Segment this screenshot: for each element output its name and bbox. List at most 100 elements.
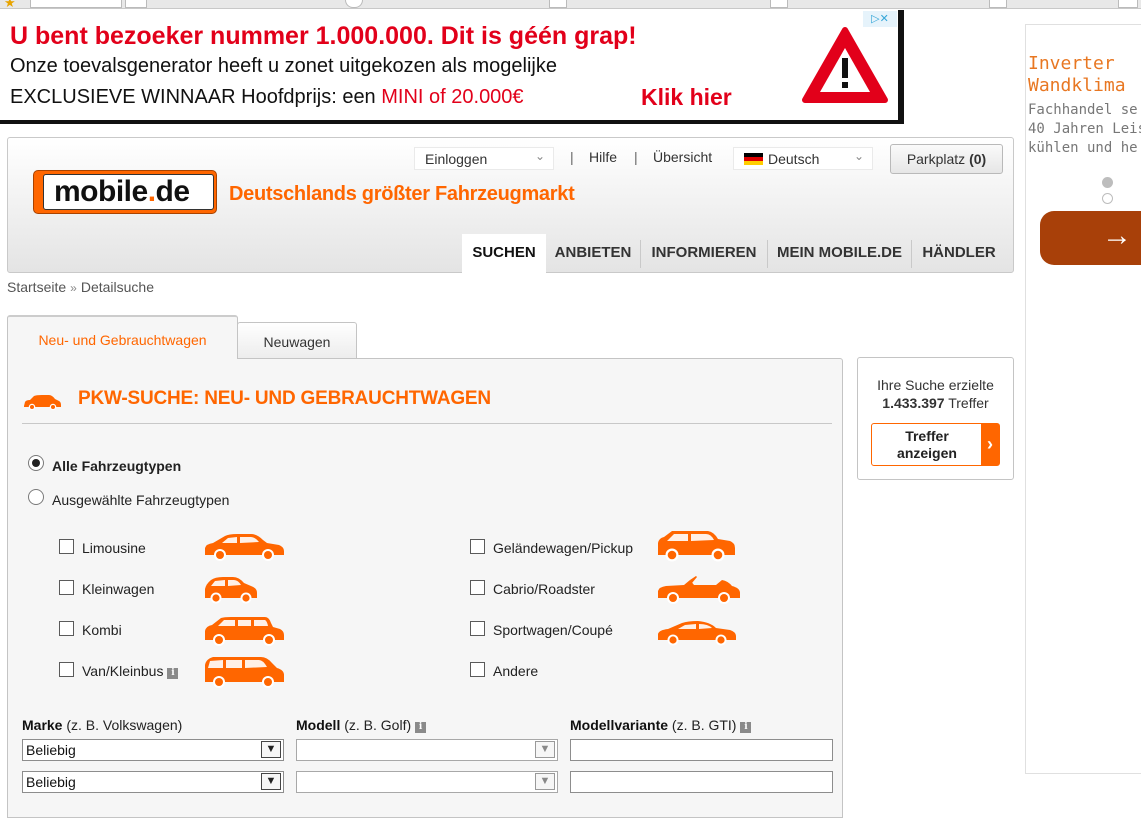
make-select-2-value: Beliebig <box>26 774 76 790</box>
model-label: Modell (z. B. Golf) i <box>296 717 427 733</box>
results-summary: Ihre Suche erzielte 1.433.397 Treffer <box>858 376 1013 412</box>
right-ad-title: Inverter Wandklima <box>1028 53 1126 97</box>
checkbox-kombi-label: Kombi <box>82 622 122 638</box>
model-select-2[interactable]: ▼ <box>296 771 558 793</box>
radio-all-vehicle-types-label: Alle Fahrzeugtypen <box>52 458 182 474</box>
site-header: Einloggen ⌄ | Hilfe | Übersicht Deutsch … <box>7 137 1014 274</box>
mobile-de-logo[interactable]: mobile.de <box>33 170 217 214</box>
van-icon <box>205 657 284 688</box>
bookmark-tab[interactable] <box>345 0 363 8</box>
right-ad-arrow-button[interactable]: → <box>1040 211 1141 265</box>
top-banner-ad[interactable]: U bent bezoeker nummer 1.000.000. Dit is… <box>0 10 904 124</box>
variant-hint: (z. B. GTI) <box>671 717 737 733</box>
right-ad-desc-line: 40 Jahren Leis <box>1028 121 1141 137</box>
car-search-panel: PKW-SUCHE: NEU- UND GEBRAUCHTWAGEN Alle … <box>7 358 843 818</box>
checkbox-gelaendewagen[interactable] <box>470 539 485 554</box>
ad-headline: U bent bezoeker nummer 1.000.000. Dit is… <box>10 22 637 50</box>
cabrio-icon <box>658 576 740 604</box>
model-hint: (z. B. Golf) <box>344 717 412 733</box>
bookmark-tab[interactable] <box>989 0 1007 8</box>
ad-line-2: Onze toevalsgenerator heeft u zonet uitg… <box>10 55 558 77</box>
sedan-car-icon <box>205 534 284 561</box>
german-flag-icon <box>744 153 763 165</box>
show-results-button[interactable]: Treffer anzeigen › <box>871 423 1000 466</box>
carousel-dot-active[interactable] <box>1102 177 1113 188</box>
info-icon[interactable]: i <box>415 722 427 733</box>
radio-selected-vehicle-types-label: Ausgewählte Fahrzeugtypen <box>52 492 230 508</box>
nav-tab-anbieten[interactable]: ANBIETEN <box>547 234 639 274</box>
chevron-down-icon: ▼ <box>261 773 281 790</box>
chevron-down-icon: ⌄ <box>534 149 545 163</box>
bookmark-tab[interactable] <box>125 0 147 8</box>
help-link[interactable]: Hilfe <box>589 149 617 165</box>
info-icon[interactable]: i <box>740 722 752 733</box>
results-box: Ihre Suche erzielte 1.433.397 Treffer Tr… <box>857 357 1014 480</box>
checkbox-limousine-label: Limousine <box>82 540 146 556</box>
breadcrumb-home-link[interactable]: Startseite <box>7 279 66 295</box>
checkbox-andere[interactable] <box>470 662 485 677</box>
model-label-text: Modell <box>296 717 341 733</box>
nav-tab-informieren[interactable]: INFORMIEREN <box>641 234 767 274</box>
site-slogan: Deutschlands größter Fahrzeugmarkt <box>229 183 575 205</box>
show-results-line-2: anzeigen <box>897 445 957 461</box>
chevron-right-icon: › <box>981 424 999 465</box>
right-ad-desc-line: kühlen und he <box>1028 140 1138 156</box>
logo-text-prefix: mobile <box>54 175 148 208</box>
info-icon[interactable]: i <box>167 668 179 679</box>
radio-all-vehicle-types[interactable] <box>28 455 44 471</box>
ad-line-3: EXCLUSIEVE WINNAAR Hoofdprijs: een MINI … <box>10 86 524 109</box>
variant-input-2[interactable] <box>570 771 833 793</box>
adchoices-icon[interactable]: ▷✕ <box>863 11 897 27</box>
right-ad-title-line: Wandklima <box>1028 75 1126 96</box>
show-results-line-1: Treffer <box>905 428 949 444</box>
right-side-ad[interactable]: Inverter Wandklima Fachhandel se 40 Jahren… <box>1025 24 1141 774</box>
model-select-1[interactable]: ▼ <box>296 739 558 761</box>
checkbox-kombi[interactable] <box>59 621 74 636</box>
bookmark-tab[interactable] <box>770 0 788 8</box>
language-select[interactable]: Deutsch ⌄ <box>733 147 873 170</box>
carousel-dot[interactable] <box>1102 193 1113 204</box>
bookmark-tab[interactable] <box>30 0 122 8</box>
checkbox-cabrio[interactable] <box>470 580 485 595</box>
checkbox-andere-label: Andere <box>493 663 539 679</box>
ad-cta-link[interactable]: Klik hier <box>641 84 732 111</box>
right-ad-description: Fachhandel se 40 Jahren Leis kühlen und he <box>1028 101 1141 158</box>
checkbox-kleinwagen-label: Kleinwagen <box>82 581 155 597</box>
small-car-icon <box>205 577 257 604</box>
logo-text-dot: . <box>147 175 156 208</box>
make-label: Marke (z. B. Volkswagen) <box>22 717 182 733</box>
checkbox-van-label: Van/Kleinbus i <box>82 663 179 679</box>
breadcrumb-current: Detailsuche <box>80 279 154 295</box>
parking-label: Parkplatz <box>906 151 966 167</box>
logo-text-suffix: de <box>155 175 191 208</box>
warning-triangle-icon <box>802 27 888 103</box>
coupe-icon <box>658 621 736 646</box>
bookmark-tab[interactable] <box>549 0 567 8</box>
nav-tab-mein-mobile[interactable]: MEIN MOBILE.DE <box>768 234 911 274</box>
make-select-2[interactable]: Beliebig ▼ <box>22 771 284 793</box>
make-select-1[interactable]: Beliebig ▼ <box>22 739 284 761</box>
language-select-value: Deutsch <box>768 151 820 167</box>
ad-prize: MINI of 20.000€ <box>381 86 524 108</box>
checkbox-van[interactable] <box>59 662 74 677</box>
checkbox-sportwagen[interactable] <box>470 621 485 636</box>
variant-label: Modellvariante (z. B. GTI) i <box>570 717 752 733</box>
tab-new-cars[interactable]: Neuwagen <box>237 322 357 359</box>
panel-divider <box>22 423 832 424</box>
login-select[interactable]: Einloggen ⌄ <box>414 147 554 170</box>
checkbox-limousine[interactable] <box>59 539 74 554</box>
checkbox-kleinwagen[interactable] <box>59 580 74 595</box>
ad-line-3-prefix: EXCLUSIEVE WINNAAR Hoofdprijs: een <box>10 86 382 108</box>
nav-tab-haendler[interactable]: HÄNDLER <box>912 234 1006 274</box>
make-label-text: Marke <box>22 717 63 733</box>
variant-input-1[interactable] <box>570 739 833 761</box>
right-ad-carousel-dots <box>1102 175 1141 207</box>
radio-selected-vehicle-types[interactable] <box>28 489 44 505</box>
overview-link[interactable]: Übersicht <box>653 149 712 165</box>
parking-button[interactable]: Parkplatz (0) <box>890 144 1003 174</box>
nav-tab-suchen[interactable]: SUCHEN <box>462 234 546 274</box>
banner-body[interactable]: U bent bezoeker nummer 1.000.000. Dit is… <box>0 10 898 120</box>
breadcrumb: Startseite » Detailsuche <box>7 279 154 295</box>
bookmark-tab[interactable] <box>1118 0 1138 8</box>
tab-new-and-used-cars[interactable]: Neu- und Gebrauchtwagen <box>7 315 238 359</box>
